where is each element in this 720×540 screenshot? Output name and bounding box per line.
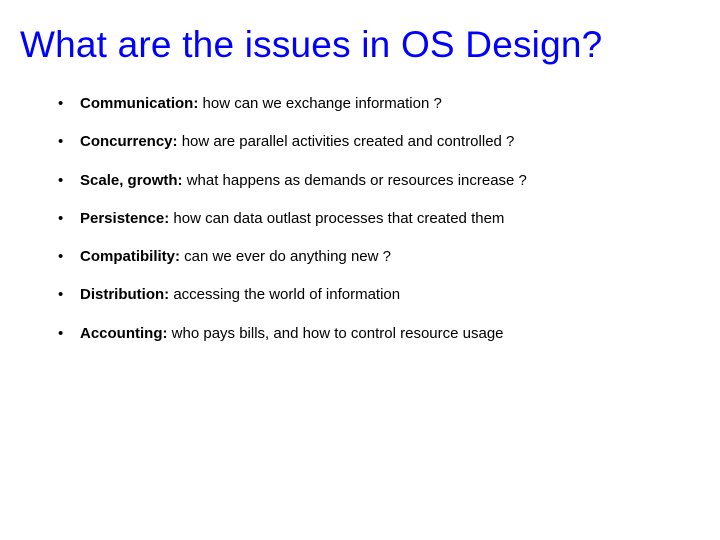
definition: can we ever do anything new ?	[180, 248, 391, 265]
list-item: Persistence: how can data outlast proces…	[58, 209, 700, 229]
list-item: Distribution: accessing the world of inf…	[58, 285, 700, 305]
list-item: Communication: how can we exchange infor…	[58, 94, 700, 114]
term: Communication:	[80, 95, 198, 112]
term: Distribution:	[80, 286, 169, 303]
slide-title: What are the issues in OS Design?	[20, 24, 700, 66]
bullet-list: Communication: how can we exchange infor…	[20, 94, 700, 344]
list-item: Scale, growth: what happens as demands o…	[58, 171, 700, 191]
list-item: Accounting: who pays bills, and how to c…	[58, 324, 700, 344]
definition: who pays bills, and how to control resou…	[168, 325, 504, 342]
list-item: Concurrency: how are parallel activities…	[58, 132, 700, 152]
term: Accounting:	[80, 325, 168, 342]
term: Persistence:	[80, 210, 169, 227]
list-item: Compatibility: can we ever do anything n…	[58, 247, 700, 267]
term: Scale, growth:	[80, 172, 183, 189]
definition: how can data outlast processes that crea…	[169, 210, 504, 227]
definition: how are parallel activities created and …	[178, 133, 515, 150]
definition: accessing the world of information	[169, 286, 400, 303]
definition: what happens as demands or resources inc…	[183, 172, 527, 189]
slide: What are the issues in OS Design? Commun…	[0, 0, 720, 540]
definition: how can we exchange information ?	[198, 95, 441, 112]
term: Compatibility:	[80, 248, 180, 265]
term: Concurrency:	[80, 133, 178, 150]
